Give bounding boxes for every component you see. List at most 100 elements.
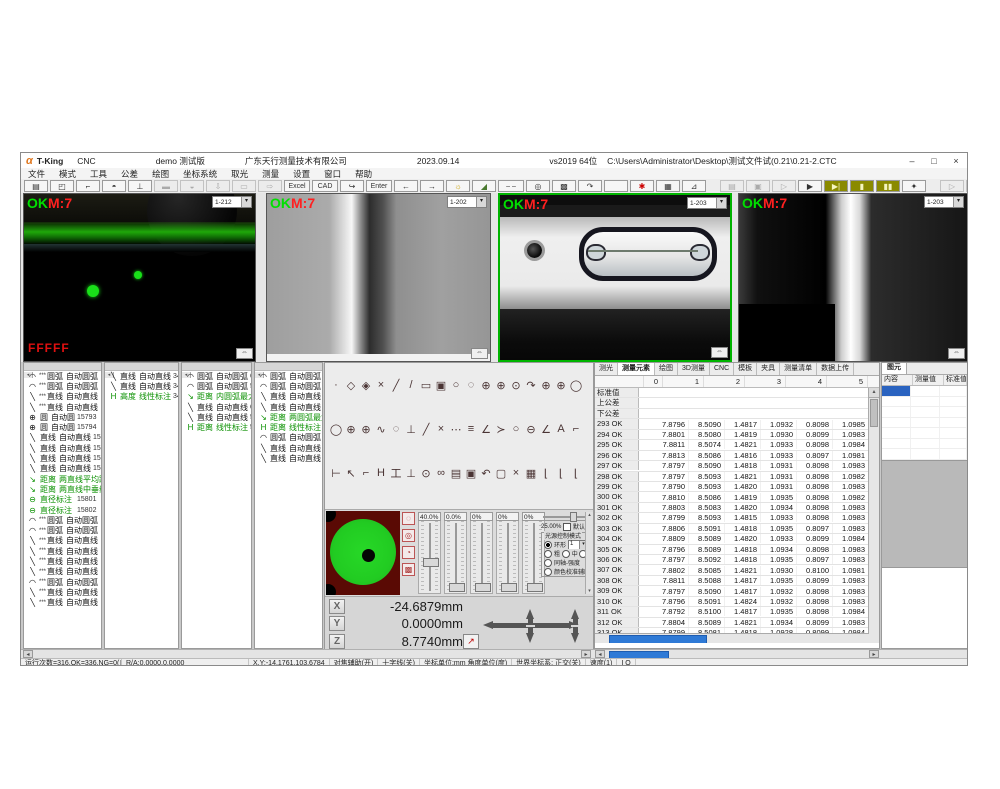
measure-tool-icon[interactable]: ∿ [374, 422, 388, 436]
table-row[interactable]: 294 OK7.88018.50801.48191.09300.80991.09… [595, 430, 879, 440]
camera2-resize-handle[interactable]: ⇔ [471, 348, 488, 359]
measure-element-row[interactable]: ╲直线自动直线55 [255, 453, 322, 463]
toolbar-button[interactable]: ↪ [340, 180, 364, 192]
minimize-button[interactable]: – [901, 156, 923, 166]
measure-element-row[interactable]: ╲直线自动直线34 [105, 381, 178, 391]
measure-tool-icon[interactable]: ◇ [344, 378, 358, 392]
camera-view-4[interactable]: OKM:7 1-203▾ ⇔ [738, 193, 968, 362]
table-row[interactable]: 306 OK7.87978.50921.48181.09350.80971.09… [595, 555, 879, 565]
measure-element-row[interactable]: ◠圆弧自动圆弧55 [255, 371, 322, 381]
measure-element-row[interactable]: ╲直线自动直线15 [24, 433, 101, 443]
slider-thumb[interactable] [475, 583, 491, 592]
table-row[interactable]: 298 OK7.87978.50931.48211.09310.80981.09… [595, 472, 879, 482]
close-button[interactable]: × [945, 156, 967, 166]
coaxial-radio[interactable] [544, 559, 552, 567]
measure-element-row[interactable]: ╲直线自动直线55 [255, 402, 322, 412]
toolbar-button[interactable]: ☼ [446, 180, 470, 192]
measure-tool-icon[interactable]: ⌐ [359, 466, 373, 480]
toolbar-button[interactable]: ⊿ [682, 180, 706, 192]
measure-element-row[interactable]: ╲***直线自动直线 [24, 587, 101, 597]
toolbar-button[interactable]: ▤ [720, 180, 744, 192]
measure-element-row[interactable]: ╲***直线自动直线 [24, 402, 101, 412]
measure-element-row[interactable]: ◠***圆弧自动圆弧 [24, 371, 101, 381]
measure-element-row[interactable]: ◠***圆弧自动圆弧 [24, 577, 101, 587]
element-list-panel-1[interactable]: ◂ ◠***圆弧自动圆弧 ◠***圆弧自动圆弧 ╲***直线自动直线 [23, 362, 102, 649]
measure-element-row[interactable]: ⊖直径标注15801 [24, 495, 101, 505]
measure-tool-icon[interactable]: ⊙ [509, 378, 523, 392]
camera1-exposure-combo[interactable]: 1-212▾ [212, 196, 252, 208]
measure-element-row[interactable]: ╲***直线自动直线 [24, 556, 101, 566]
measure-tool-icon[interactable]: ▢ [494, 466, 508, 480]
tolerance-row[interactable]: 下公差 [595, 409, 879, 419]
toolbar-button[interactable]: ↷ [578, 180, 602, 192]
measure-tool-icon[interactable]: ▤ [449, 466, 463, 480]
results-tab[interactable]: 测量元素 [618, 362, 655, 375]
toolbar-button[interactable]: ◒ [180, 180, 204, 192]
measure-tool-icon[interactable]: ○ [509, 422, 523, 436]
table-row[interactable]: 302 OK7.87998.50931.48151.09330.80981.09… [595, 513, 879, 523]
measure-tool-icon[interactable]: × [509, 466, 523, 480]
toolbar-button[interactable]: ▬ [154, 180, 178, 192]
measure-element-row[interactable]: ↘距离两直线中垂线 [24, 484, 101, 494]
toolbar-button[interactable]: ▮ [850, 180, 874, 192]
measure-tool-icon[interactable]: ⊕ [554, 378, 568, 392]
light-channel-slider[interactable]: 0% [470, 512, 493, 594]
light-mode-icon[interactable]: ◌ [402, 512, 415, 525]
table-row[interactable]: 307 OK7.88028.50851.48211.09300.81001.09… [595, 565, 879, 575]
measure-tool-icon[interactable]: ⊖ [524, 422, 538, 436]
jog-y-control[interactable] [526, 609, 535, 643]
results-tab[interactable]: CNC [710, 363, 734, 375]
measure-tool-icon[interactable]: ▭ [419, 378, 433, 392]
toolbar-button[interactable]: ▶ [798, 180, 822, 192]
measure-element-row[interactable]: ◠圆弧自动圆弧66 [182, 371, 251, 381]
menu-item[interactable]: 帮助 [348, 168, 379, 180]
measure-tool-icon[interactable]: ↶ [479, 466, 493, 480]
measure-tool-icon[interactable]: ⌊ [539, 466, 553, 480]
toolbar-button[interactable]: ▣ [746, 180, 770, 192]
measure-element-row[interactable]: ╲***直线自动直线 [24, 536, 101, 546]
scroll-right-icon[interactable]: ▸ [869, 650, 879, 658]
toolbar-button[interactable]: ◢ [472, 180, 496, 192]
measure-tool-icon[interactable]: ≡ [464, 422, 478, 436]
light-channel-slider[interactable]: 40.0% [418, 512, 441, 594]
right-panel-row[interactable] [882, 439, 967, 450]
results-tab[interactable]: 数据上传 [817, 363, 854, 375]
tolerance-row[interactable]: 上公差 [595, 398, 879, 408]
measure-tool-icon[interactable]: ⊕ [539, 378, 553, 392]
measure-tool-icon[interactable]: × [434, 422, 448, 436]
menu-item[interactable]: 设置 [286, 168, 317, 180]
camera3-exposure-combo[interactable]: 1-203▾ [687, 197, 727, 209]
right-panel-row[interactable] [882, 449, 967, 460]
menu-item[interactable]: 模式 [52, 168, 83, 180]
measure-element-row[interactable]: ⊖直径标注15802 [24, 505, 101, 515]
measure-tool-icon[interactable]: ◯ [569, 378, 583, 392]
measure-element-row[interactable]: ↘距离两直线平均距 [24, 474, 101, 484]
tab-graphic-element[interactable]: 图元 [882, 363, 907, 374]
right-panel-row[interactable] [882, 397, 967, 408]
measure-element-row[interactable]: ╲直线自动直线66 [182, 402, 251, 412]
measure-element-row[interactable]: ╲直线自动直线15 [24, 464, 101, 474]
toolbar-button[interactable]: ⊥ [128, 180, 152, 192]
measure-element-row[interactable]: H距离线性标注55 [255, 422, 322, 432]
slider-thumb[interactable] [449, 583, 465, 592]
measure-tool-icon[interactable]: ⊙ [419, 466, 433, 480]
measure-tool-icon[interactable]: ⊥ [404, 422, 418, 436]
menu-item[interactable]: 绘图 [145, 168, 176, 180]
table-row[interactable]: 297 OK7.87978.50901.48181.09310.80981.09… [595, 461, 879, 471]
table-row[interactable]: 304 OK7.88098.50891.48201.09330.80991.09… [595, 534, 879, 544]
measure-tool-icon[interactable]: / [404, 378, 418, 392]
measure-element-row[interactable]: ◠***圆弧自动圆弧 [24, 381, 101, 391]
table-row[interactable]: 305 OK7.87968.50891.48181.09340.80981.09… [595, 545, 879, 555]
chevron-down-icon[interactable]: ▾ [953, 197, 963, 207]
toolbar-button[interactable]: CAD [312, 180, 338, 192]
measure-element-row[interactable]: ╲***直线自动直线 [24, 392, 101, 402]
measure-element-row[interactable]: ◠圆弧自动圆弧55 [182, 381, 251, 391]
right-panel-row-selected[interactable] [882, 386, 967, 397]
measure-tool-icon[interactable]: ⌊ [569, 466, 583, 480]
camera-view-2[interactable]: OKM:7 1-202▾ ⇔ [266, 193, 491, 362]
measure-tool-icon[interactable]: ∠ [539, 422, 553, 436]
toolbar-button[interactable]: ⌐ [76, 180, 100, 192]
measure-tool-icon[interactable]: ⊢ [329, 466, 343, 480]
toolbar-button[interactable] [708, 180, 718, 192]
color-cal-radio[interactable] [544, 568, 552, 576]
